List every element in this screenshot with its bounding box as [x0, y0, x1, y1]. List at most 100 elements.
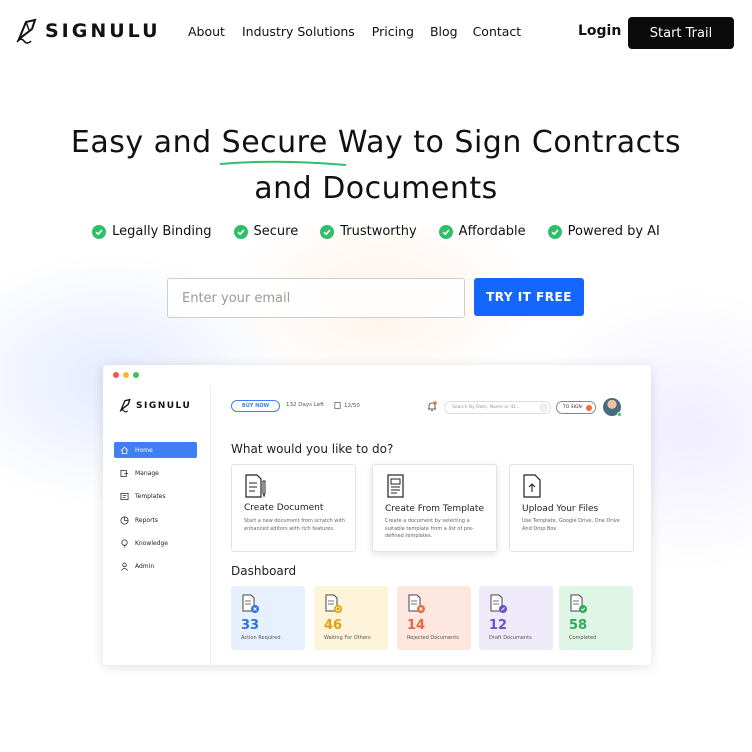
create-from-template-card[interactable]: Create From Template Create a document b…: [372, 464, 497, 552]
sidebar-item-manage[interactable]: Manage: [114, 465, 197, 481]
feature-label: Powered by AI: [567, 224, 660, 239]
brand-logo[interactable]: SIGNULU: [15, 17, 161, 45]
sidebar-item-reports[interactable]: Reports: [114, 512, 197, 528]
feature-label: Secure: [253, 224, 299, 239]
card-title: Create From Template: [385, 504, 484, 514]
templates-icon: [120, 492, 129, 500]
lightbulb-icon: [121, 538, 128, 548]
card-title: Upload Your Files: [522, 504, 599, 514]
user-icon: [121, 562, 128, 571]
card-description: Start a new document from scratch with e…: [244, 518, 345, 532]
app-sidebar: SIGNULU Home Manage Templates Reports Kn…: [103, 385, 211, 665]
nav-link-contact[interactable]: Contact: [473, 24, 522, 39]
online-status-dot: [617, 412, 622, 417]
sidebar-item-home[interactable]: Home: [114, 442, 197, 458]
document-status-icon: [242, 594, 259, 613]
dashboard-heading: Dashboard: [231, 564, 297, 578]
template-icon: [387, 474, 404, 498]
buy-now-button[interactable]: BUY NOW: [231, 400, 280, 412]
check-badge-icon: [233, 224, 248, 239]
try-it-free-button[interactable]: TRY IT FREE: [474, 278, 584, 316]
stat-label: Completed: [569, 635, 597, 641]
upload-file-icon: [523, 474, 541, 498]
stat-tile-draft-documents[interactable]: 12 Draft Documents: [479, 586, 553, 650]
login-link[interactable]: Login: [578, 23, 621, 39]
check-badge-icon: [92, 224, 107, 239]
nav-link-industry-solutions[interactable]: Industry Solutions: [242, 24, 355, 39]
app-preview: SIGNULU Home Manage Templates Reports Kn…: [103, 365, 651, 665]
hero-title-line1: Easy and Secure Way to Sign Contracts: [0, 120, 752, 166]
feature-label: Trustworthy: [340, 224, 417, 239]
brand-name: SIGNULU: [45, 20, 161, 42]
to-sign-label: TO SIGN: [563, 405, 582, 410]
hero-title-line2: and Documents: [254, 171, 498, 206]
stat-value: 12: [489, 618, 508, 633]
start-trail-button[interactable]: Start Trail: [628, 17, 734, 49]
search-placeholder: Search By Date, Name or ID...: [452, 405, 520, 410]
feature-item: Affordable: [438, 224, 526, 239]
feature-item: Secure: [233, 224, 299, 239]
nav-link-pricing[interactable]: Pricing: [372, 24, 414, 39]
feature-list: Legally Binding Secure Trustworthy Affor…: [0, 224, 752, 239]
document-count-value: 12/50: [344, 402, 360, 409]
stat-tile-action-required[interactable]: 33 Action Required: [231, 586, 305, 650]
bell-icon[interactable]: [427, 401, 437, 412]
email-field-wrapper: [167, 278, 465, 318]
hero-title-part2: Way to Sign Contracts: [327, 125, 682, 160]
minimize-dot-icon: [123, 372, 129, 378]
sidebar-item-label: Reports: [135, 516, 159, 524]
top-nav: SIGNULU About Industry Solutions Pricing…: [0, 0, 752, 64]
check-badge-icon: [320, 224, 335, 239]
create-document-card[interactable]: Create Document Start a new document fro…: [231, 464, 356, 552]
app-brand-logo: SIGNULU: [119, 398, 191, 413]
question-heading: What would you like to do?: [231, 442, 394, 456]
card-description: Use Template, Google Drive, One Drive An…: [522, 518, 620, 532]
stat-tile-rejected-documents[interactable]: 14 Rejected Documents: [397, 586, 471, 650]
to-sign-button[interactable]: TO SIGN: [556, 401, 596, 414]
feature-label: Legally Binding: [112, 224, 212, 239]
sidebar-item-label: Templates: [135, 492, 166, 500]
stat-label: Draft Documents: [489, 635, 532, 641]
nav-link-blog[interactable]: Blog: [430, 24, 458, 39]
app-brand-name: SIGNULU: [136, 400, 192, 411]
document-count: 12/50: [334, 402, 360, 409]
search-input[interactable]: Search By Date, Name or ID...: [444, 401, 551, 414]
document-status-icon: [325, 594, 342, 613]
check-badge-icon: [547, 224, 562, 239]
card-description: Create a document by selecting a suitabl…: [385, 518, 474, 539]
email-field[interactable]: [168, 279, 464, 317]
close-dot-icon: [113, 372, 119, 378]
manage-icon: [120, 469, 129, 477]
feature-label: Affordable: [458, 224, 526, 239]
avatar[interactable]: [603, 398, 622, 417]
document-pen-icon: [245, 474, 266, 498]
check-badge-icon: [438, 224, 453, 239]
upload-files-card[interactable]: Upload Your Files Use Template, Google D…: [509, 464, 634, 552]
document-icon: [334, 402, 341, 409]
pie-chart-icon: [120, 515, 129, 525]
sidebar-item-label: Home: [135, 446, 153, 454]
stat-label: Rejected Documents: [407, 635, 459, 641]
sidebar-item-admin[interactable]: Admin: [114, 558, 197, 574]
underline-squiggle: [219, 160, 346, 166]
to-sign-badge: [586, 405, 592, 411]
stat-tile-waiting-for-others[interactable]: 46 Waiting For Others: [314, 586, 388, 650]
feature-item: Trustworthy: [320, 224, 417, 239]
feature-item: Powered by AI: [547, 224, 660, 239]
document-status-icon: [570, 594, 587, 613]
search-icon[interactable]: [539, 403, 548, 412]
sidebar-item-knowledge[interactable]: Knowledge: [114, 535, 197, 551]
hero-title-highlight-text: Secure: [221, 125, 328, 160]
sidebar-item-label: Admin: [135, 562, 155, 570]
nav-link-about[interactable]: About: [188, 24, 225, 39]
hero-title-highlight: Secure: [219, 120, 346, 166]
feature-item: Legally Binding: [92, 224, 212, 239]
sidebar-item-templates[interactable]: Templates: [114, 488, 197, 504]
sidebar-item-label: Knowledge: [135, 539, 168, 547]
card-title: Create Document: [244, 503, 324, 513]
home-icon: [120, 446, 129, 454]
pen-nib-icon: [16, 18, 37, 44]
hero-title-part1: Easy and: [70, 125, 222, 160]
hero-title: Easy and Secure Way to Sign Contracts an…: [0, 120, 752, 212]
stat-tile-completed[interactable]: 58 Completed: [559, 586, 633, 650]
